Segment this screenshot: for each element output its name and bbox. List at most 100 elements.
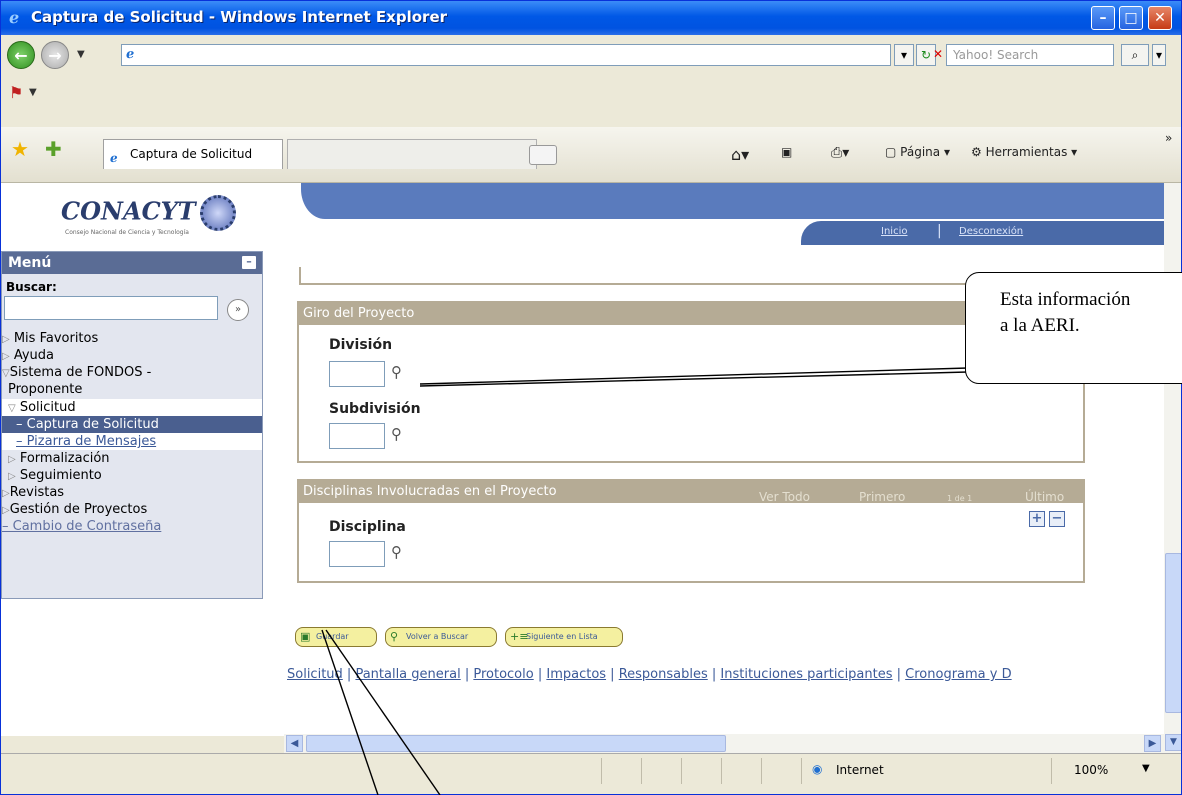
link-solicitud[interactable]: Solicitud bbox=[287, 667, 343, 682]
annotation-callout: Esta información a la AERI. bbox=[965, 272, 1182, 384]
forward-button[interactable]: → bbox=[41, 41, 69, 69]
ie-icon: ℯ bbox=[9, 8, 20, 27]
menu-header: Menú – bbox=[2, 252, 262, 274]
ultimo-link[interactable]: Último bbox=[1025, 486, 1064, 508]
menu-item-solicitud[interactable]: ▽ Solicitud bbox=[2, 399, 262, 416]
search-options-icon[interactable]: ▾ bbox=[1152, 44, 1166, 66]
home-icon[interactable]: ⌂▾ bbox=[731, 145, 749, 164]
horizontal-scroll-thumb[interactable] bbox=[306, 735, 726, 752]
delete-row-button[interactable]: − bbox=[1049, 511, 1065, 527]
menu-item-pizarra[interactable]: – Pizarra de Mensajes bbox=[2, 433, 262, 450]
vertical-scrollbar[interactable]: ▼ bbox=[1164, 183, 1181, 753]
disciplinas-title: Disciplinas Involucradas en el Proyecto bbox=[303, 484, 557, 499]
primero-link[interactable]: Primero bbox=[859, 486, 905, 508]
stop-button[interactable]: ✕ bbox=[932, 44, 944, 66]
status-cell bbox=[601, 758, 602, 784]
link-protocolo[interactable]: Protocolo bbox=[473, 667, 533, 682]
status-cell bbox=[761, 758, 762, 784]
link-impactos[interactable]: Impactos bbox=[546, 667, 606, 682]
add-favorites-icon[interactable]: ✚ bbox=[45, 137, 62, 161]
link-desconexion[interactable]: Desconexión bbox=[959, 226, 1023, 237]
logo-subtitle: Consejo Nacional de Ciencia y Tecnología bbox=[65, 229, 189, 236]
disciplinas-header: Disciplinas Involucradas en el Proyecto … bbox=[299, 481, 1083, 504]
back-to-search-button[interactable]: ⚲ Volver a Buscar bbox=[385, 627, 497, 647]
more-chevron[interactable]: » bbox=[1165, 131, 1172, 145]
menu-search-input[interactable] bbox=[4, 296, 218, 320]
row-count: 1 de 1 bbox=[947, 494, 973, 503]
scroll-left-arrow[interactable]: ◀ bbox=[286, 735, 303, 752]
globe-icon: ◉ bbox=[812, 762, 823, 776]
address-bar[interactable]: ℯ bbox=[121, 44, 891, 66]
subdivision-lookup-icon[interactable]: ⚲ bbox=[391, 425, 402, 443]
save-button[interactable]: ▣ Guardar bbox=[295, 627, 377, 647]
feeds-icon[interactable]: ▣ bbox=[781, 145, 792, 159]
menu-item-contrasena[interactable]: – Cambio de Contraseña bbox=[2, 518, 262, 535]
menu-item-revistas[interactable]: ▷Revistas bbox=[2, 484, 262, 501]
zoom-cell[interactable]: 100% ▼ bbox=[1051, 758, 1181, 784]
banner-links: Inicio | Desconexión bbox=[801, 221, 1164, 245]
title-bar: ℯ Captura de Solicitud - Windows Interne… bbox=[1, 1, 1181, 35]
top-banner: Inicio | Desconexión bbox=[291, 183, 1164, 245]
status-cell bbox=[641, 758, 642, 784]
window-title: Captura de Solicitud - Windows Internet … bbox=[31, 8, 448, 26]
menu-collapse-button[interactable]: – bbox=[242, 256, 256, 269]
tab-ie-icon: ℯ bbox=[110, 151, 118, 165]
subdivision-input[interactable] bbox=[329, 423, 385, 449]
disciplina-lookup-icon[interactable]: ⚲ bbox=[391, 543, 402, 561]
menu-search-go-button[interactable]: » bbox=[227, 299, 249, 321]
division-label: División bbox=[329, 337, 393, 353]
form-top-border bbox=[299, 267, 1079, 285]
add-row-button[interactable]: + bbox=[1029, 511, 1045, 527]
callout-line1: Esta información bbox=[1000, 289, 1131, 310]
menu-item-captura[interactable]: – Captura de Solicitud bbox=[2, 416, 262, 433]
maximize-button[interactable]: □ bbox=[1119, 6, 1143, 30]
link-instituciones[interactable]: Instituciones participantes bbox=[720, 667, 892, 682]
menu-item-gestion[interactable]: ▷Gestión de Proyectos bbox=[2, 501, 262, 518]
links-bar: ⚑ ▼ bbox=[1, 75, 1181, 127]
search-button[interactable]: ⌕ bbox=[1121, 44, 1149, 66]
menu-item-favoritos[interactable]: ▷ Mis Favoritos bbox=[2, 330, 262, 347]
tab-captura[interactable]: ℯ Captura de Solicitud bbox=[103, 139, 283, 169]
save-icon: ▣ bbox=[300, 630, 311, 643]
print-icon[interactable]: ⎙▾ bbox=[831, 145, 849, 161]
scroll-down-arrow[interactable]: ▼ bbox=[1165, 734, 1181, 751]
disciplina-input[interactable] bbox=[329, 541, 385, 567]
menu-item-proponente[interactable]: Proponente bbox=[2, 381, 262, 398]
next-in-list-button[interactable]: +≡ Siguiente en Lista bbox=[505, 627, 623, 647]
menu-item-seguimiento[interactable]: ▷ Seguimiento bbox=[2, 467, 262, 484]
minimize-button[interactable]: – bbox=[1091, 6, 1115, 30]
new-tab-button[interactable] bbox=[529, 145, 557, 165]
vertical-scroll-thumb[interactable] bbox=[1165, 553, 1181, 713]
address-dropdown-button[interactable]: ▾ bbox=[894, 44, 914, 66]
tools-menu[interactable]: ⚙ Herramientas ▾ bbox=[971, 145, 1077, 159]
side-menu: Menú – Buscar: » ▷ Mis Favoritos ▷ Ayuda… bbox=[1, 251, 263, 599]
zoom-level[interactable]: 100% bbox=[1074, 763, 1108, 777]
menu-item-formalizacion[interactable]: ▷ Formalización bbox=[2, 450, 262, 467]
disciplina-label: Disciplina bbox=[329, 519, 406, 535]
banner-separator: | bbox=[937, 223, 942, 239]
division-lookup-icon[interactable]: ⚲ bbox=[391, 363, 402, 381]
menu-item-fondos[interactable]: ▽Sistema de FONDOS - bbox=[2, 364, 262, 381]
status-bar: ◉ Internet 100% ▼ bbox=[1, 753, 1181, 794]
division-input[interactable] bbox=[329, 361, 385, 387]
addon-dropdown-icon[interactable]: ▼ bbox=[29, 87, 37, 98]
link-inicio[interactable]: Inicio bbox=[881, 226, 907, 237]
zoom-dropdown-icon[interactable]: ▼ bbox=[1142, 763, 1150, 774]
status-cell bbox=[681, 758, 682, 784]
search-input[interactable]: Yahoo! Search bbox=[946, 44, 1114, 66]
link-cronograma[interactable]: Cronograma y D bbox=[905, 667, 1011, 682]
address-row: ← → ▼ ℯ ▾ ↻ ✕ Yahoo! Search ⌕ ▾ bbox=[1, 35, 1181, 75]
close-button[interactable]: ✕ bbox=[1148, 6, 1172, 30]
page-content: CONACYT Consejo Nacional de Ciencia y Te… bbox=[1, 183, 1164, 736]
ver-todo-link[interactable]: Ver Todo bbox=[759, 486, 810, 508]
horizontal-scrollbar[interactable]: ◀ ▶ bbox=[284, 734, 1164, 753]
scroll-right-arrow[interactable]: ▶ bbox=[1144, 735, 1161, 752]
favorites-star-icon[interactable]: ★ bbox=[11, 137, 29, 161]
link-pantalla-general[interactable]: Pantalla general bbox=[355, 667, 460, 682]
page-menu[interactable]: ▢ Página ▾ bbox=[885, 145, 950, 159]
history-dropdown-icon[interactable]: ▼ bbox=[77, 49, 85, 60]
link-responsables[interactable]: Responsables bbox=[619, 667, 708, 682]
menu-item-ayuda[interactable]: ▷ Ayuda bbox=[2, 347, 262, 364]
toolbar-addon-icon[interactable]: ⚑ bbox=[9, 83, 23, 102]
back-button[interactable]: ← bbox=[7, 41, 35, 69]
